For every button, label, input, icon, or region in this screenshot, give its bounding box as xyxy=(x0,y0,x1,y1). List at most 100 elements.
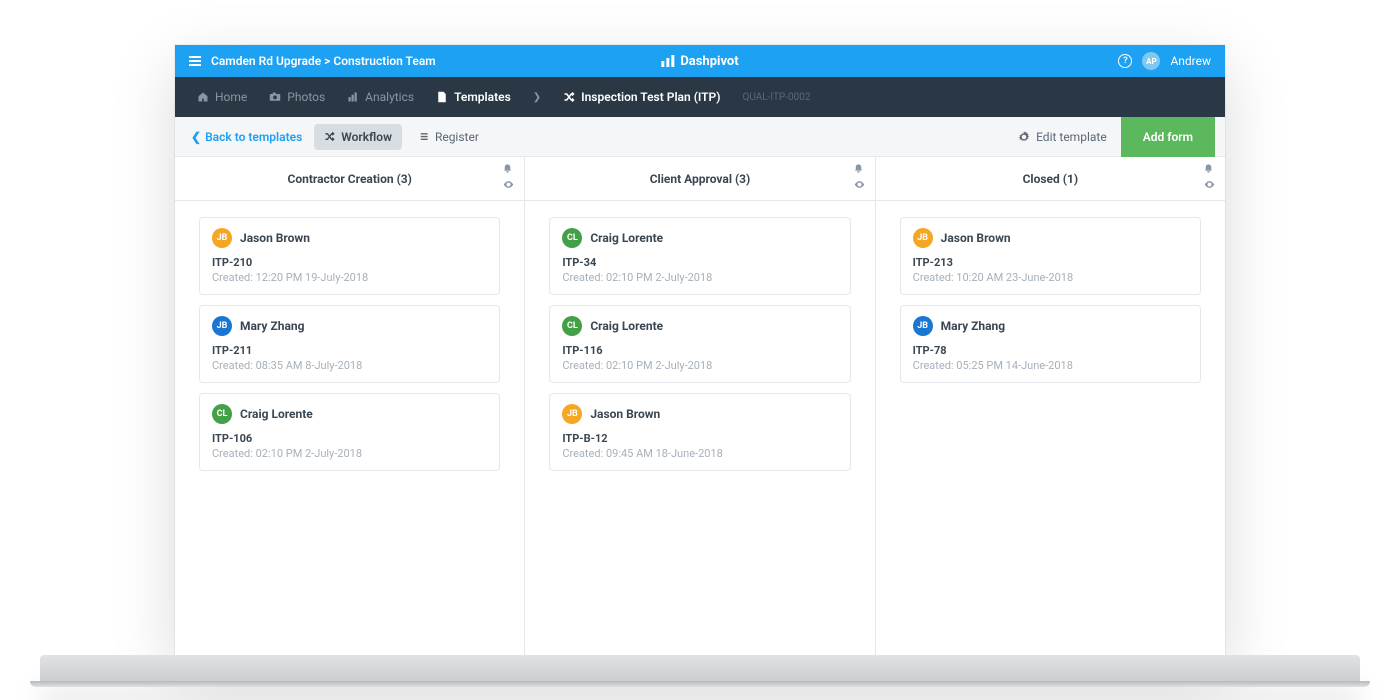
topbar: Camden Rd Upgrade > Construction Team Da… xyxy=(175,45,1225,77)
column-title: Contractor Creation (3) xyxy=(287,172,411,186)
nav-templates-label: Templates xyxy=(454,90,511,104)
nav-templates[interactable]: Templates xyxy=(436,90,511,104)
workflow-tab[interactable]: Workflow xyxy=(314,124,402,150)
nav-analytics[interactable]: Analytics xyxy=(347,90,414,104)
card-meta: Created: 02:10 PM 2-July-2018 xyxy=(562,359,837,372)
subbar-left: ❮ Back to templates Workflow Register xyxy=(185,124,489,150)
shuffle-icon xyxy=(324,131,335,142)
card-code: ITP-34 xyxy=(562,256,837,269)
bars-logo-icon xyxy=(661,55,674,67)
nav-current-template-label: Inspection Test Plan (ITP) xyxy=(581,90,720,104)
home-icon xyxy=(197,91,209,103)
back-to-templates-link[interactable]: ❮ Back to templates xyxy=(185,130,308,144)
column-title: Client Approval (3) xyxy=(650,172,751,186)
card-code: ITP-106 xyxy=(212,432,487,445)
edit-template-button[interactable]: Edit template xyxy=(1004,130,1121,144)
form-card[interactable]: JBJason BrownITP-210Created: 12:20 PM 19… xyxy=(199,217,500,295)
register-tab-label: Register xyxy=(435,130,479,144)
avatar: JB xyxy=(913,316,933,336)
bell-icon[interactable] xyxy=(1203,163,1215,175)
column-body: JBJason BrownITP-213Created: 10:20 AM 23… xyxy=(876,201,1225,399)
subbar-right: Edit template Add form xyxy=(1004,117,1215,157)
card-author: Craig Lorente xyxy=(590,231,663,245)
form-card[interactable]: CLCraig LorenteITP-116Created: 02:10 PM … xyxy=(549,305,850,383)
chevron-left-icon: ❮ xyxy=(191,130,201,144)
topbar-right: ? AP Andrew xyxy=(1118,52,1211,70)
menu-icon[interactable] xyxy=(189,56,201,66)
form-card[interactable]: JB Mary Zhang ITP-78 Created: 05:25 PM 14-J… xyxy=(900,305,1201,383)
app-window: Camden Rd Upgrade > Construction Team Da… xyxy=(175,45,1225,655)
app-logo: Dashpivot xyxy=(661,54,738,69)
avatar: JB xyxy=(913,228,933,248)
card-header: JB Mary Zhang xyxy=(212,316,487,336)
card-code: ITP-213 xyxy=(913,256,1188,269)
avatar: JB xyxy=(562,404,582,424)
nav-analytics-label: Analytics xyxy=(365,90,414,104)
avatar: CL xyxy=(562,228,582,248)
nav-home[interactable]: Home xyxy=(197,90,247,104)
card-author: Jason Brown xyxy=(240,231,310,245)
card-code: ITP-78 xyxy=(913,344,1188,357)
avatar: CL xyxy=(212,404,232,424)
card-author: Craig Lorente xyxy=(240,407,313,421)
workflow-column: Client Approval (3) CL Craig Lorente ITP-34… xyxy=(525,157,875,655)
chevron-right-icon: ❯ xyxy=(533,92,541,103)
card-author: Craig Lorente xyxy=(590,319,663,333)
form-card[interactable]: CL Craig Lorente ITP-34 Created: 02:10 PM 2… xyxy=(549,217,850,295)
card-header: JB Jason Brown xyxy=(562,404,837,424)
card-meta: Created: 02:10 PM 2-July-2018 xyxy=(562,271,837,284)
card-code: ITP-116 xyxy=(562,344,837,357)
register-tab[interactable]: Register xyxy=(408,124,489,150)
card-code: ITP-211 xyxy=(212,344,487,357)
column-body: JBJason BrownITP-210Created: 12:20 PM 19… xyxy=(175,201,524,487)
form-card[interactable]: CL Craig Lorente ITP-106 Created: 02:10 PM … xyxy=(199,393,500,471)
camera-icon xyxy=(269,91,281,103)
card-meta: Created: 05:25 PM 14-June-2018 xyxy=(913,359,1188,372)
chart-icon xyxy=(347,91,359,103)
eye-icon[interactable] xyxy=(853,179,865,191)
add-form-label: Add form xyxy=(1143,130,1193,144)
workflow-board: Contractor Creation (3) JB Jason Brown ITP-… xyxy=(175,157,1225,655)
bell-icon[interactable] xyxy=(853,163,865,175)
card-author: Mary Zhang xyxy=(240,319,304,333)
column-header-icons xyxy=(1203,163,1215,191)
card-header: JB Jason Brown xyxy=(913,228,1188,248)
help-icon[interactable]: ? xyxy=(1118,54,1132,68)
eye-icon[interactable] xyxy=(1203,179,1215,191)
user-avatar[interactable]: AP xyxy=(1142,52,1160,70)
breadcrumb[interactable]: Camden Rd Upgrade > Construction Team xyxy=(211,54,436,68)
bell-icon[interactable] xyxy=(502,163,514,175)
edit-template-label: Edit template xyxy=(1036,130,1107,144)
eye-icon[interactable] xyxy=(502,179,514,191)
list-icon xyxy=(418,131,429,142)
column-header: Contractor Creation (3) xyxy=(175,157,524,201)
column-body: CL Craig Lorente ITP-34 Created: 02:10 PM 2… xyxy=(525,201,874,487)
card-author: Mary Zhang xyxy=(941,319,1005,333)
card-meta: Created: 09:45 AM 18-June-2018 xyxy=(562,447,837,460)
template-id: QUAL-ITP-0002 xyxy=(742,92,810,103)
avatar: JB xyxy=(212,316,232,336)
card-author: Jason Brown xyxy=(941,231,1011,245)
card-author: Jason Brown xyxy=(590,407,660,421)
card-header: CL Craig Lorente xyxy=(562,228,837,248)
column-header: Closed (1) xyxy=(876,157,1225,201)
form-card[interactable]: JBJason BrownITP-B-12Created: 09:45 AM 1… xyxy=(549,393,850,471)
form-card[interactable]: JB Mary Zhang ITP-211 Created: 08:35 AM 8-J… xyxy=(199,305,500,383)
avatar: JB xyxy=(212,228,232,248)
nav-photos[interactable]: Photos xyxy=(269,90,325,104)
nav-photos-label: Photos xyxy=(287,90,325,104)
monitor-stand xyxy=(40,655,1360,685)
column-header-icons xyxy=(502,163,514,191)
navbar: Home Photos Analytics Templates ❯ Inspec… xyxy=(175,77,1225,117)
shuffle-icon xyxy=(563,91,575,103)
add-form-button[interactable]: Add form xyxy=(1121,117,1215,157)
card-header: CL Craig Lorente xyxy=(212,404,487,424)
workflow-tab-label: Workflow xyxy=(341,130,392,144)
card-code: ITP-210 xyxy=(212,256,487,269)
column-title: Closed (1) xyxy=(1023,172,1078,186)
card-meta: Created: 02:10 PM 2-July-2018 xyxy=(212,447,487,460)
form-card[interactable]: JBJason BrownITP-213Created: 10:20 AM 23… xyxy=(900,217,1201,295)
user-name[interactable]: Andrew xyxy=(1170,54,1211,68)
nav-current-template[interactable]: Inspection Test Plan (ITP) xyxy=(563,90,720,104)
card-meta: Created: 08:35 AM 8-July-2018 xyxy=(212,359,487,372)
